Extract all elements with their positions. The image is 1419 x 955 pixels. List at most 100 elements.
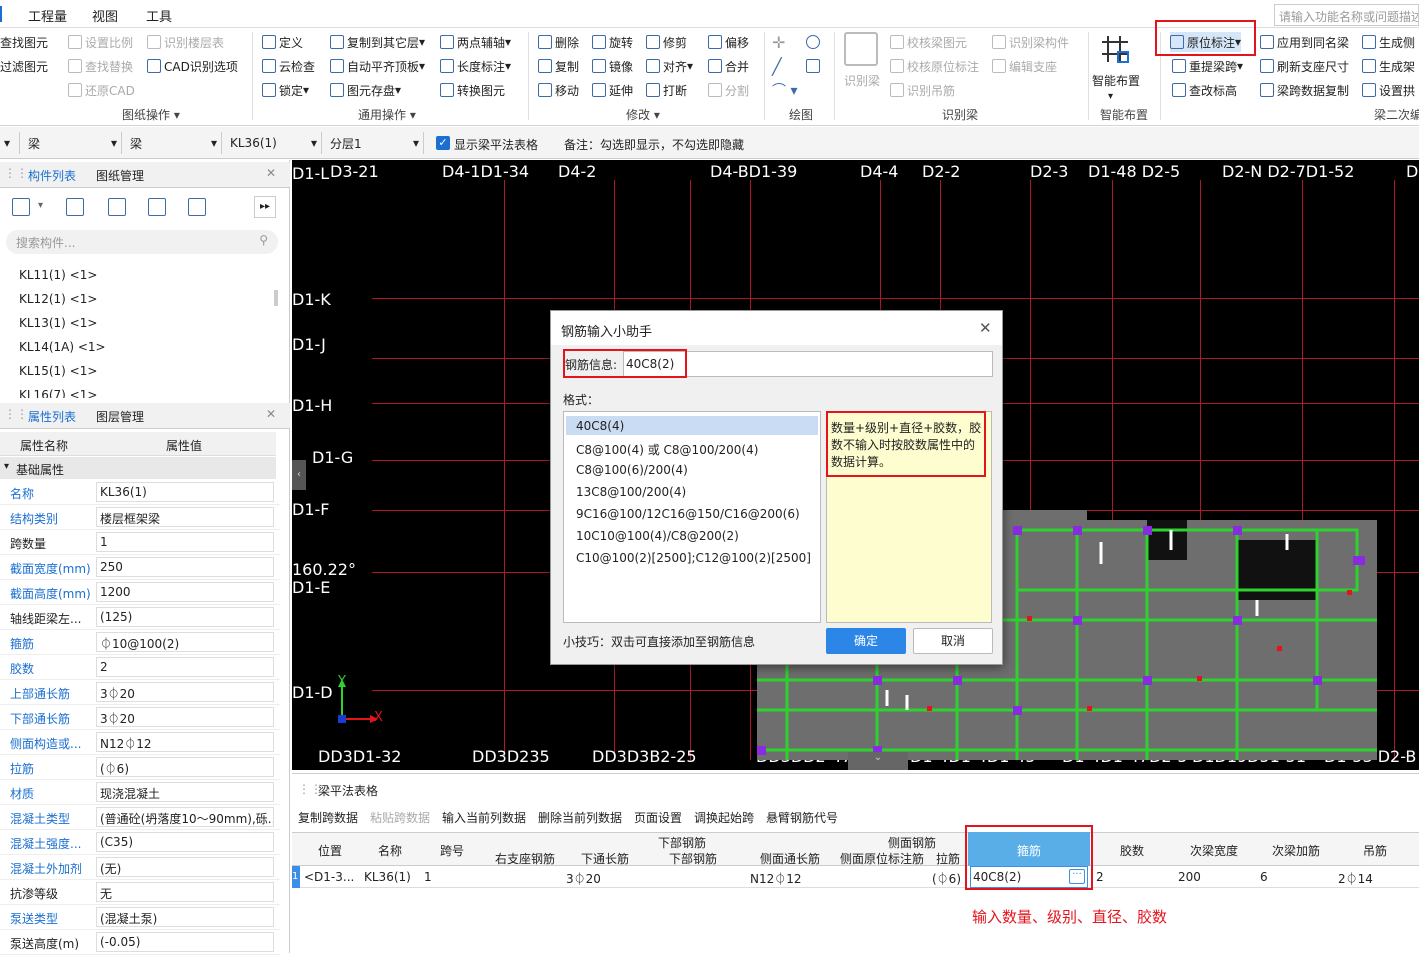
re-extract-span-button[interactable]: 重提梁跨 ▾	[1172, 56, 1243, 76]
set-scale-button[interactable]: 设置比例	[68, 32, 133, 52]
delete-button[interactable]: 删除	[538, 32, 579, 52]
property-value[interactable]: ⏀10@100(2)	[96, 632, 274, 652]
property-value[interactable]: 3⏀20	[96, 682, 274, 702]
copy-span-data-button[interactable]: 梁跨数据复制	[1260, 80, 1349, 100]
list-item[interactable]: KL12(1) <1>	[19, 292, 97, 306]
menu-view[interactable]: 视图	[92, 6, 118, 25]
ok-button[interactable]: 确定	[826, 628, 906, 654]
list-item[interactable]: KL15(1) <1>	[19, 364, 97, 378]
property-value[interactable]: 3⏀20	[96, 707, 274, 727]
property-value[interactable]: (普通砼(坍落度10～90mm),砾...	[96, 807, 274, 827]
property-row[interactable]: 混凝土类型 (普通砼(坍落度10～90mm),砾...	[0, 805, 280, 830]
property-value[interactable]: 250	[96, 557, 274, 577]
table-row[interactable]	[292, 866, 1419, 888]
collapse-panel-button[interactable]: ‹	[292, 460, 306, 490]
cancel-button[interactable]: 取消	[913, 628, 993, 654]
format-item[interactable]: 40C8(4)	[576, 419, 624, 433]
cell-hanger[interactable]: 2⏀14	[1338, 870, 1373, 887]
property-row[interactable]: 侧面构造或... N12⏀12	[0, 730, 280, 755]
restore-cad-button[interactable]: 还原CAD	[68, 80, 135, 100]
property-row[interactable]: 泵送高度(m) (-0.05)	[0, 930, 280, 955]
menu-tools[interactable]: 工具	[146, 6, 172, 25]
list-item[interactable]: KL13(1) <1>	[19, 316, 97, 330]
paste-span-data-button[interactable]: 粘贴跨数据	[370, 809, 430, 826]
close-icon[interactable]: ✕	[979, 319, 992, 337]
property-row[interactable]: 混凝土外加剂 (无)	[0, 855, 280, 880]
property-value[interactable]: KL36(1)	[96, 482, 274, 502]
set-arch-button[interactable]: 设置拱	[1362, 80, 1415, 100]
layer-dropdown[interactable]: 分层1 ▾	[326, 132, 424, 154]
define-button[interactable]: 定义	[262, 32, 303, 52]
delete-component-icon[interactable]	[108, 198, 126, 216]
offset-button[interactable]: 偏移	[708, 32, 749, 52]
generate-frame-button[interactable]: 生成架	[1362, 56, 1415, 76]
cloud-check-button[interactable]: 云检查	[262, 56, 315, 76]
property-value[interactable]: 2	[96, 657, 274, 677]
generate-side-button[interactable]: 生成侧	[1362, 32, 1415, 52]
cell-span[interactable]: 1	[424, 870, 432, 884]
two-point-axis-button[interactable]: 两点辅轴 ▾	[440, 32, 511, 52]
cell-tie[interactable]: (⏀6)	[932, 870, 961, 887]
property-value[interactable]: 无	[96, 882, 274, 902]
property-row[interactable]: 材质 现浇混凝土	[0, 780, 280, 805]
property-value[interactable]: 现浇混凝土	[96, 782, 274, 802]
refresh-support-size-button[interactable]: 刷新支座尺寸	[1260, 56, 1349, 76]
merge-button[interactable]: 合并	[708, 56, 749, 76]
length-dimension-button[interactable]: 长度标注 ▾	[440, 56, 511, 76]
input-column-data-button[interactable]: 输入当前列数据	[442, 809, 526, 826]
menu-gongchengliang[interactable]: 工程量	[28, 6, 67, 25]
identify-beam-component-button[interactable]: 识别梁构件	[992, 32, 1069, 52]
property-value[interactable]: (125)	[96, 607, 274, 627]
property-row[interactable]: 拉筋 (⏀6)	[0, 755, 280, 780]
filter-component-icon[interactable]	[188, 198, 206, 216]
property-value[interactable]: N12⏀12	[96, 732, 274, 752]
draw-line-button[interactable]: ╱	[772, 56, 782, 76]
identify-hanger-button[interactable]: 识别吊筋	[890, 80, 955, 100]
cell-name[interactable]: KL36(1)	[364, 870, 411, 884]
property-value[interactable]: 1200	[96, 582, 274, 602]
filter-element-button[interactable]: 过滤图元	[0, 56, 48, 76]
property-value[interactable]: (C35)	[96, 832, 274, 852]
format-list[interactable]: 40C8(4) C8@100(4) 或 C8@100/200(4) C8@100…	[563, 411, 821, 623]
property-row[interactable]: 下部通长筋 3⏀20	[0, 705, 280, 730]
draw-rect-button[interactable]	[806, 56, 823, 76]
new-component-icon[interactable]	[12, 198, 30, 216]
property-row[interactable]: 截面宽度(mm) 250	[0, 555, 280, 580]
property-row[interactable]: 名称 KL36(1)	[0, 480, 280, 505]
align-button[interactable]: 对齐 ▾	[646, 56, 693, 76]
format-item[interactable]: 9C16@100/12C16@150/C16@200(6)	[576, 507, 800, 521]
edit-support-button[interactable]: 编辑支座	[992, 56, 1057, 76]
layer-copy-icon[interactable]	[148, 198, 166, 216]
property-value[interactable]: (-0.05)	[96, 932, 274, 952]
auto-align-slab-button[interactable]: 自动平齐顶板 ▾	[330, 56, 425, 76]
format-item[interactable]: C10@100(2)[2500];C12@100(2)[2500]	[576, 551, 811, 565]
identify-floor-table-button[interactable]: 识别楼层表	[147, 32, 224, 52]
list-item[interactable]: KL14(1A) <1>	[19, 340, 106, 354]
copy-to-other-floor-button[interactable]: 复制到其它层 ▾	[330, 32, 425, 52]
property-row[interactable]: 抗渗等级 无	[0, 880, 280, 905]
toolbar-dropdown-arrow[interactable]: ▾	[0, 132, 20, 154]
copy-component-icon[interactable]	[66, 198, 84, 216]
tab-property-list[interactable]: 属性列表	[28, 408, 76, 425]
function-search-input[interactable]: 请输入功能名称或问题描述	[1274, 4, 1419, 26]
smart-layout-dropdown[interactable]: ▾	[1108, 86, 1113, 106]
format-item[interactable]: C8@100(6)/200(4)	[576, 463, 688, 477]
draw-circle-button[interactable]	[806, 32, 820, 52]
property-row[interactable]: 胶数 2	[0, 655, 280, 680]
property-row[interactable]: 轴线距梁左... (125)	[0, 605, 280, 630]
property-row[interactable]: 跨数量 1	[0, 530, 280, 555]
break-button[interactable]: 打断	[646, 80, 687, 100]
copy-button[interactable]: 复制	[538, 56, 579, 76]
property-value[interactable]: (无)	[96, 857, 274, 877]
delete-column-data-button[interactable]: 删除当前列数据	[538, 809, 622, 826]
property-value[interactable]: (混凝土泵)	[96, 907, 274, 927]
page-setup-button[interactable]: 页面设置	[634, 809, 682, 826]
collapse-bottom-button[interactable]: ⌄	[848, 752, 908, 770]
swap-start-span-button[interactable]: 调换起始跨	[694, 809, 754, 826]
cell-bottom-continuous[interactable]: 3⏀20	[566, 870, 601, 887]
cell-secondary-add[interactable]: 6	[1260, 870, 1268, 884]
property-row[interactable]: 截面高度(mm) 1200	[0, 580, 280, 605]
show-table-checkbox[interactable]: ✓	[436, 136, 450, 150]
smart-layout-button[interactable]: 智能布置	[1092, 70, 1140, 90]
property-row[interactable]: 混凝土强度... (C35)	[0, 830, 280, 855]
